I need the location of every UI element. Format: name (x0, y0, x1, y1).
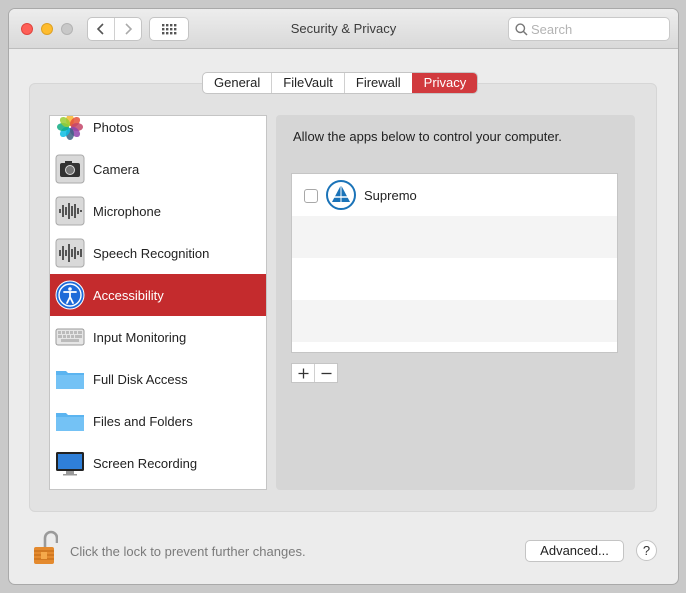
list-item (292, 258, 617, 300)
sidebar-item-label: Accessibility (93, 287, 164, 303)
photos-icon (57, 116, 83, 140)
sidebar-item-full-disk-access[interactable]: Full Disk Access (50, 358, 266, 400)
supremo-icon (326, 180, 356, 210)
privacy-category-list[interactable]: Photos Camera Microphone Speech Recognit… (49, 115, 267, 490)
tab-firewall[interactable]: Firewall (343, 73, 412, 93)
minus-icon (321, 372, 332, 374)
remove-app-button[interactable] (314, 364, 337, 382)
sidebar-item-label: Microphone (93, 203, 161, 219)
sidebar-item-camera[interactable]: Camera (50, 148, 266, 190)
sidebar-item-label: Full Disk Access (93, 371, 188, 387)
sidebar-item-files-and-folders[interactable]: Files and Folders (50, 400, 266, 442)
app-enable-checkbox[interactable] (304, 189, 318, 203)
search-icon (515, 23, 528, 36)
search-field[interactable] (508, 17, 670, 41)
speech-recognition-icon (55, 238, 85, 268)
tab-privacy[interactable]: Privacy (411, 73, 478, 93)
folder-icon (56, 413, 84, 431)
keyboard-icon (55, 328, 85, 346)
camera-icon (55, 154, 85, 184)
folder-icon (56, 371, 84, 389)
sidebar-item-screen-recording[interactable]: Screen Recording (50, 442, 266, 484)
microphone-icon (55, 196, 85, 226)
add-remove-buttons (291, 363, 338, 383)
sidebar-item-microphone[interactable]: Microphone (50, 190, 266, 232)
sidebar-item-label: Files and Folders (93, 413, 193, 429)
tab-bar: General FileVault Firewall Privacy (202, 72, 479, 94)
sidebar-item-accessibility[interactable]: Accessibility (50, 274, 266, 316)
sidebar-item-label: Speech Recognition (93, 245, 210, 261)
permission-description: Allow the apps below to control your com… (293, 129, 562, 144)
advanced-button[interactable]: Advanced... (525, 540, 624, 562)
plus-icon (298, 368, 309, 378)
list-item (292, 216, 617, 258)
title-bar: Security & Privacy (9, 9, 678, 49)
security-privacy-window: Security & Privacy General FileVault Fir… (9, 9, 678, 584)
lock-status-text: Click the lock to prevent further change… (70, 544, 306, 559)
sidebar-item-photos[interactable]: Photos (50, 116, 266, 148)
app-list[interactable]: Supremo (291, 173, 618, 353)
sidebar-item-speech-recognition[interactable]: Speech Recognition (50, 232, 266, 274)
display-icon (56, 452, 84, 476)
tab-filevault[interactable]: FileVault (271, 73, 344, 93)
add-app-button[interactable] (292, 364, 314, 382)
lock-icon[interactable] (32, 530, 58, 566)
sidebar-item-label: Screen Recording (93, 455, 198, 471)
search-input[interactable] (531, 21, 661, 38)
sidebar-item-label: Camera (93, 161, 140, 177)
sidebar-item-input-monitoring[interactable]: Input Monitoring (50, 316, 266, 358)
list-item (292, 300, 617, 342)
help-button[interactable]: ? (636, 540, 657, 561)
sidebar-item-label: Input Monitoring (93, 329, 187, 345)
sidebar-item-label: Photos (93, 119, 134, 135)
tab-general[interactable]: General (203, 73, 271, 93)
list-item[interactable]: Supremo (292, 174, 617, 216)
accessibility-icon (55, 280, 85, 310)
app-name: Supremo (364, 188, 417, 203)
